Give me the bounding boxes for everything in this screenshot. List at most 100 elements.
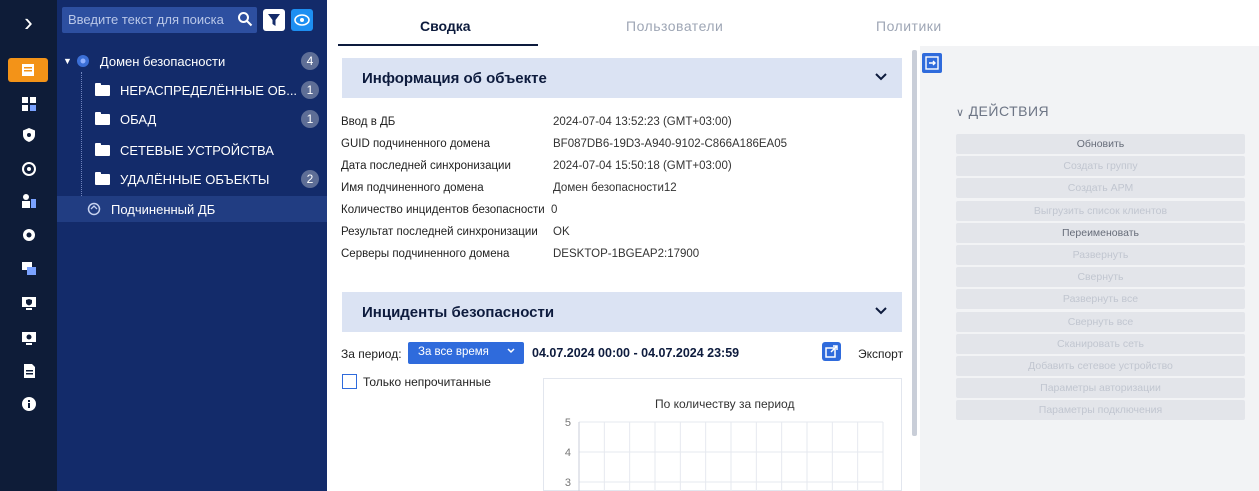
tree-root-security-domain[interactable]: ▼ Домен безопасности 4 [57,48,327,74]
folder-icon [95,82,110,96]
chevron-down-icon[interactable] [874,70,888,84]
tree-item-label: СЕТЕВЫЕ УСТРОЙСТВА [120,142,274,158]
tree-item-count: 2 [301,170,319,188]
action-button[interactable]: Параметры авторизации [956,378,1245,398]
incidents-section-title: Инциденты безопасности [362,303,555,321]
incidents-chart: 5 4 3 [565,417,884,491]
info-label: Количество инцидентов безопасности [341,204,545,216]
summary-icon[interactable] [8,58,48,82]
folder-icon [95,142,110,156]
expand-rail-icon[interactable]: › [0,0,57,44]
grid-icon[interactable] [20,95,38,113]
tab-users[interactable]: Пользователи [626,18,723,34]
monitor-icon[interactable] [20,329,38,347]
tree-item-remote-objects[interactable]: УДАЛЁННЫЕ ОБЪЕКТЫ 2 [57,166,327,192]
period-select[interactable]: За все время [408,342,524,364]
tree-root-count: 4 [301,52,319,70]
info-label: Имя подчиненного домена [341,182,484,194]
info-value: 2024-07-04 13:52:23 (GMT+03:00) [553,116,732,128]
info-section-title: Информация об объекте [362,69,547,87]
tree-item-label: ОБАД [120,111,157,127]
export-button[interactable]: Экспорт [858,347,903,361]
filter-icon [268,14,280,26]
period-select-value: За все время [418,346,489,358]
info-label: Ввод в ДБ [341,116,396,128]
shield-icon[interactable] [20,126,38,144]
info-label: Результат последней синхронизации [341,226,538,238]
tree-item-network-devices[interactable]: СЕТЕВЫЕ УСТРОЙСТВА [57,137,327,163]
chart-y-tick-label: 4 [565,447,571,459]
info-label: Серверы подчиненного домена [341,248,510,260]
chevron-down-icon[interactable] [874,304,888,318]
domain-icon [76,55,89,67]
info-value: 0 [551,204,558,216]
monitor-shield-icon[interactable] [20,294,38,312]
action-button[interactable]: Создать АРМ [956,178,1245,198]
actions-title[interactable]: ∨ ДЕЙСТВИЯ [956,103,1049,119]
tab-summary[interactable]: Сводка [420,18,471,34]
info-value: DESKTOP-1BGEAP2:17900 [553,248,700,260]
export-icon[interactable] [822,342,841,361]
info-section-header[interactable]: Информация об объекте [342,58,902,98]
tree-item-count: 1 [301,81,319,99]
tree-item-label: УДАЛЁННЫЕ ОБЪЕКТЫ [120,171,270,187]
action-button[interactable]: Сканировать сеть [956,334,1245,354]
unread-only-checkbox[interactable] [342,374,357,389]
info-value: Домен безопасности12 [553,182,677,194]
expand-caret-icon[interactable]: ▼ [63,56,72,66]
devices-icon[interactable] [20,259,38,277]
actions-title-label: ДЕЙСТВИЯ [968,103,1050,119]
main-scrollbar[interactable] [912,50,917,436]
info-value: OK [553,226,570,238]
action-button[interactable]: Свернуть все [956,312,1245,332]
document-icon[interactable] [20,362,38,380]
collapse-panel-icon[interactable] [922,53,942,73]
chart-y-tick-label: 3 [565,477,571,489]
eye-icon [294,14,310,26]
search-input[interactable]: Введите текст для поиска [62,7,257,33]
search-toolbar: Введите текст для поиска [62,7,313,33]
search-placeholder: Введите текст для поиска [68,12,224,27]
network-icon[interactable] [20,160,38,178]
info-value: 2024-07-04 15:50:18 (GMT+03:00) [553,160,732,172]
incidents-section-header[interactable]: Инциденты безопасности [342,292,902,332]
chevron-down-icon: ∨ [956,107,965,119]
folder-icon [95,171,110,185]
info-label: Дата последней синхронизации [341,160,511,172]
info-label: GUID подчиненного домена [341,138,490,150]
settings-icon[interactable] [20,226,38,244]
chart-y-tick-label: 5 [565,417,571,429]
view-toggle-button[interactable] [291,9,313,31]
tree-root-label: Домен безопасности [99,53,226,69]
tree-item-label: Подчиненный ДБ [111,201,216,217]
tree-item-obad[interactable]: ОБАД 1 [57,106,327,132]
tab-policies[interactable]: Политики [876,18,942,34]
action-button[interactable]: Обновить [956,134,1245,154]
action-button[interactable]: Развернуть все [956,289,1245,309]
folder-icon [95,111,110,125]
action-button[interactable]: Выгрузить список клиентов [956,201,1245,221]
tree-item-subordinate-domain[interactable]: Подчиненный ДБ [57,196,327,222]
action-button[interactable]: Добавить сетевое устройство [956,356,1245,376]
users-icon[interactable] [20,192,38,210]
icon-rail: › [0,0,57,491]
action-button[interactable]: Создать группу [956,156,1245,176]
info-value: BF087DB6-19D3-A940-9102-C866A186EA05 [553,138,787,150]
period-label: За период: [341,347,402,361]
tree-item-count: 1 [301,110,319,128]
action-button[interactable]: Развернуть [956,245,1245,265]
chevron-down-icon [507,348,515,354]
search-icon[interactable] [237,11,253,30]
action-button[interactable]: Свернуть [956,267,1245,287]
chart-title: По количеству за период [655,397,795,411]
info-icon[interactable] [20,395,38,413]
action-button[interactable]: Параметры подключения [956,400,1245,420]
tree-item-unassigned[interactable]: НЕРАСПРЕДЕЛЁННЫЕ ОБ... 1 [57,77,327,103]
unread-only-label: Только непрочитанные [363,375,491,389]
filter-button[interactable] [263,9,285,31]
period-range: 04.07.2024 00:00 - 04.07.2024 23:59 [532,346,740,360]
tree-item-label: НЕРАСПРЕДЕЛЁННЫЕ ОБ... [120,82,298,98]
subdomain-icon [87,202,101,216]
action-button[interactable]: Переименовать [956,223,1245,243]
tab-active-indicator [338,44,538,46]
